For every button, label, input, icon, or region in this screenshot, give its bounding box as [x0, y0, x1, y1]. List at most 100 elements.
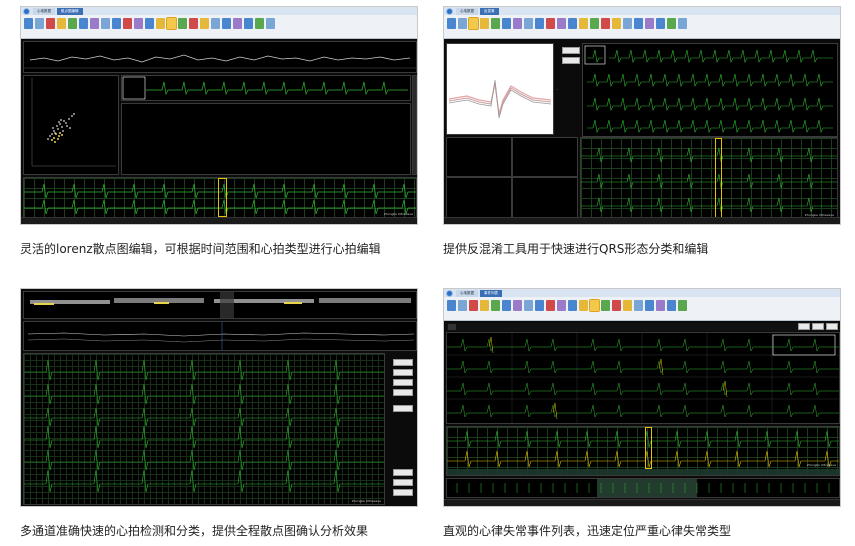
redo-icon[interactable] — [233, 18, 242, 29]
redo-icon[interactable] — [645, 18, 654, 29]
undo-icon[interactable] — [645, 300, 654, 311]
side-button-1[interactable] — [393, 359, 413, 366]
classify-icon[interactable] — [579, 300, 588, 311]
report-icon[interactable] — [656, 18, 665, 29]
ecg-strip[interactable]: Zhongke Ultrawave — [23, 177, 417, 218]
channel-icon[interactable] — [535, 300, 544, 311]
side-button-4[interactable] — [393, 389, 413, 396]
open-icon[interactable] — [447, 18, 456, 29]
scatter-icon[interactable] — [557, 18, 566, 29]
app-logo-icon[interactable] — [446, 290, 453, 297]
report-icon[interactable] — [667, 300, 676, 311]
lasso-icon[interactable] — [568, 300, 577, 311]
zoom-icon[interactable] — [502, 300, 511, 311]
tab-ecg-data[interactable]: 心电数据 — [456, 290, 478, 297]
selected-beat-marker[interactable] — [218, 178, 227, 217]
undo-icon[interactable] — [222, 18, 231, 29]
ventricular-icon[interactable] — [189, 18, 198, 29]
filter-icon[interactable] — [491, 18, 500, 29]
channel-icon[interactable] — [112, 18, 121, 29]
selected-event-marker[interactable] — [645, 427, 652, 469]
marker-icon[interactable] — [546, 18, 555, 29]
event-thumbnail-grid[interactable] — [446, 332, 840, 424]
ecg-multichannel[interactable]: Zhongke Ultrawave — [580, 137, 838, 219]
supraventricular-icon[interactable] — [200, 18, 209, 29]
hr-trend-strip[interactable] — [23, 321, 417, 351]
zoom-icon[interactable] — [79, 18, 88, 29]
sub-pane-2[interactable] — [512, 137, 578, 177]
print-icon[interactable] — [255, 18, 264, 29]
artifact-icon[interactable] — [634, 300, 643, 311]
settings-icon[interactable] — [266, 18, 275, 29]
template-icon[interactable] — [513, 300, 522, 311]
redo-icon[interactable] — [656, 300, 665, 311]
tab-anti-aliasing[interactable]: 反混淆 — [480, 8, 499, 15]
normal-icon[interactable] — [590, 18, 599, 29]
app-logo-icon[interactable] — [23, 8, 30, 15]
artifact-icon[interactable] — [623, 18, 632, 29]
print-icon[interactable] — [667, 18, 676, 29]
report-icon[interactable] — [244, 18, 253, 29]
classify-icon[interactable] — [156, 18, 165, 29]
normal-icon[interactable] — [601, 300, 610, 311]
event-action-2[interactable] — [812, 323, 824, 330]
supraventricular-icon[interactable] — [612, 18, 621, 29]
scatter-icon[interactable] — [557, 300, 566, 311]
app-logo-icon[interactable] — [446, 8, 453, 15]
event-list-icon[interactable] — [589, 299, 600, 312]
event-action-3[interactable] — [826, 323, 838, 330]
print-icon[interactable] — [678, 300, 687, 311]
sub-pane-3[interactable] — [446, 177, 512, 219]
classify-icon[interactable] — [579, 18, 588, 29]
normal-icon[interactable] — [178, 18, 187, 29]
side-button-6[interactable] — [393, 469, 413, 476]
tab-event-list[interactable]: 事件列表 — [480, 290, 502, 297]
tab-scatter-edit[interactable]: 散点图编辑 — [57, 8, 83, 15]
event-action-1[interactable] — [798, 323, 810, 330]
multichannel-ecg[interactable]: Zhongke Ultrawave — [23, 353, 385, 505]
anti-aliasing-icon[interactable] — [468, 17, 479, 30]
undo-icon[interactable] — [634, 18, 643, 29]
event-overview-bar[interactable] — [446, 478, 840, 498]
sub-pane-4[interactable] — [512, 177, 578, 219]
tab-ecg-data[interactable]: 心电数据 — [33, 8, 55, 15]
lasso-icon[interactable] — [568, 18, 577, 29]
beat-icon[interactable] — [524, 300, 533, 311]
event-ecg-strip[interactable]: Zhongke Ultrawave — [446, 426, 840, 476]
beat-icon[interactable] — [524, 18, 533, 29]
lorenz-icon[interactable] — [166, 17, 177, 30]
side-button-5[interactable] — [393, 405, 413, 412]
apply-button[interactable] — [562, 47, 580, 54]
beat-icon[interactable] — [101, 18, 110, 29]
edit-icon[interactable] — [480, 300, 489, 311]
tab-ecg-data[interactable]: 心电数据 — [456, 8, 478, 15]
filter-icon[interactable] — [491, 300, 500, 311]
template-icon[interactable] — [513, 18, 522, 29]
lasso-icon[interactable] — [145, 18, 154, 29]
selected-beat-marker[interactable] — [715, 138, 722, 218]
channel-icon[interactable] — [535, 18, 544, 29]
delete-icon[interactable] — [469, 300, 478, 311]
beat-template-strip[interactable] — [121, 75, 411, 101]
event-tab-1[interactable] — [448, 324, 456, 330]
rr-trend-strip[interactable] — [23, 41, 417, 73]
qrs-overlay-plot[interactable] — [446, 43, 554, 135]
supraventricular-icon[interactable] — [623, 300, 632, 311]
save-icon[interactable] — [458, 300, 467, 311]
edit-icon[interactable] — [480, 18, 489, 29]
save-icon[interactable] — [35, 18, 44, 29]
full-trend-strip[interactable] — [23, 291, 417, 319]
ventricular-icon[interactable] — [612, 300, 621, 311]
template-icon[interactable] — [90, 18, 99, 29]
edit-icon[interactable] — [57, 18, 66, 29]
filter-icon[interactable] — [68, 18, 77, 29]
delete-icon[interactable] — [46, 18, 55, 29]
scatter-icon[interactable] — [134, 18, 143, 29]
template-grid[interactable] — [582, 43, 838, 137]
settings-icon[interactable] — [678, 18, 687, 29]
side-button-3[interactable] — [393, 379, 413, 386]
scrollbar[interactable] — [412, 75, 417, 175]
sub-pane-1[interactable] — [446, 137, 512, 177]
marker-icon[interactable] — [546, 300, 555, 311]
save-icon[interactable] — [458, 18, 467, 29]
